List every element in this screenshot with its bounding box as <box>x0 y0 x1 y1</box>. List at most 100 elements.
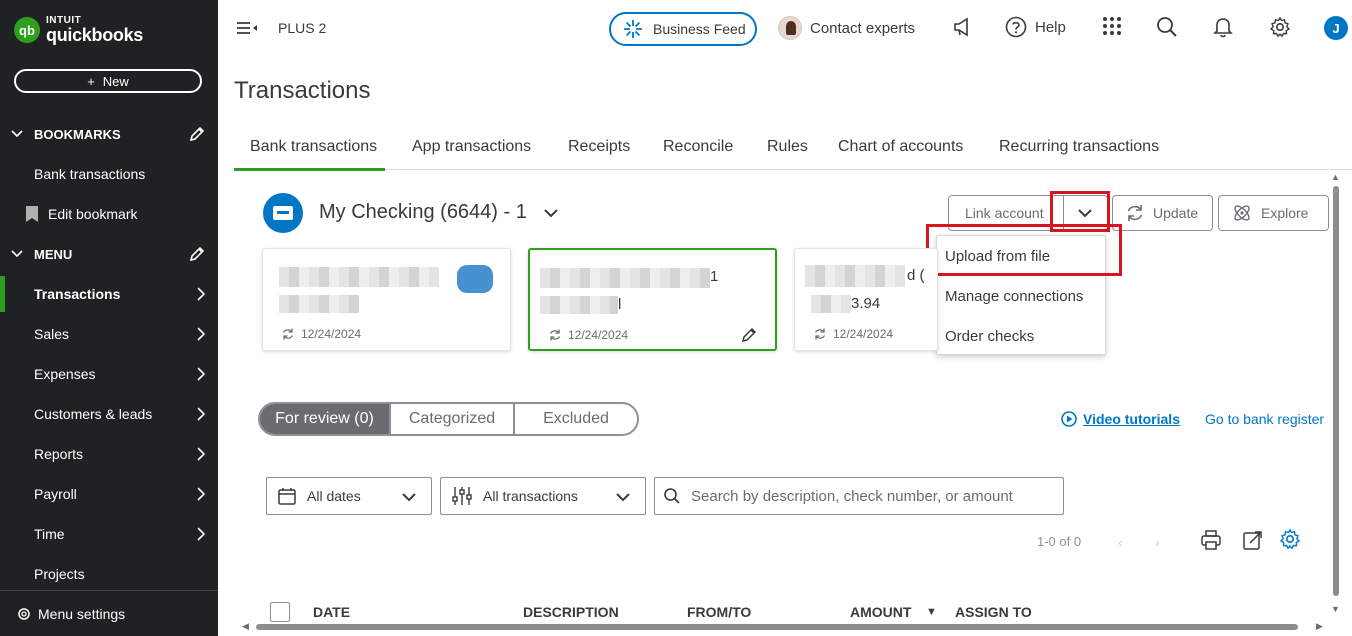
menu-item-order-checks[interactable]: Order checks <box>945 328 1034 345</box>
chevron-right-icon <box>197 367 206 381</box>
export-icon[interactable] <box>1242 529 1264 551</box>
help-icon <box>1005 16 1027 38</box>
horizontal-scrollbar[interactable]: ◀ ▶ <box>218 620 1330 634</box>
help-button[interactable]: Help <box>1005 16 1066 38</box>
next-page-arrow[interactable]: › <box>1155 534 1160 550</box>
new-button-label: New <box>102 73 129 89</box>
edit-menu-pencil-icon[interactable] <box>188 245 206 263</box>
collapse-menu-icon[interactable] <box>236 20 258 36</box>
tab-rules[interactable]: Rules <box>767 138 808 156</box>
tab-bank-transactions[interactable]: Bank transactions <box>233 138 386 171</box>
account-selector[interactable]: My Checking (6644) - 1 <box>319 201 559 224</box>
tab-recurring-transactions[interactable]: Recurring transactions <box>999 138 1159 156</box>
atom-icon <box>1234 205 1250 221</box>
account-card[interactable]: d ( 3.94 12/24/2024 <box>794 248 938 351</box>
chevron-right-icon <box>197 327 206 341</box>
update-label: Update <box>1153 205 1199 221</box>
redacted-text <box>805 265 905 287</box>
bookmark-bank-transactions[interactable]: Bank transactions <box>0 156 218 192</box>
sidebar-item-transactions[interactable]: Transactions <box>0 276 218 312</box>
column-description[interactable]: DESCRIPTION <box>523 604 619 620</box>
sidebar-item-customers-leads[interactable]: Customers & leads <box>0 396 218 432</box>
edit-bookmarks-pencil-icon[interactable] <box>188 125 206 143</box>
video-tutorials-link[interactable]: Video tutorials <box>1061 411 1180 427</box>
date-filter-dropdown[interactable]: All dates <box>266 477 432 515</box>
card-sync-date: 12/24/2024 <box>813 327 893 341</box>
print-icon[interactable] <box>1200 529 1222 551</box>
contact-experts-button[interactable]: Contact experts <box>778 16 915 40</box>
sidebar-item-projects[interactable]: Projects <box>0 556 218 592</box>
sort-desc-icon[interactable]: ▼ <box>926 606 937 618</box>
bookmark-icon <box>26 206 38 222</box>
sidebar-item-label: Transactions <box>34 286 121 302</box>
sidebar-item-label: Customers & leads <box>34 406 153 422</box>
segment-excluded[interactable]: Excluded <box>515 404 637 434</box>
card-date-text: 12/24/2024 <box>301 327 362 341</box>
edit-bookmark-item[interactable]: Edit bookmark <box>0 196 218 232</box>
column-assign-to[interactable]: ASSIGN TO <box>955 604 1032 620</box>
business-feed-button[interactable]: Business Feed <box>609 12 757 46</box>
chevron-down-icon <box>11 130 23 138</box>
calendar-icon <box>278 488 296 505</box>
user-avatar[interactable]: J <box>1324 16 1348 40</box>
bookmarks-header[interactable]: BOOKMARKS <box>0 120 218 148</box>
apps-grid-icon[interactable] <box>1102 16 1122 36</box>
go-to-bank-register-link[interactable]: Go to bank register <box>1205 411 1324 427</box>
vertical-scroll-thumb[interactable] <box>1333 186 1339 596</box>
column-date[interactable]: DATE <box>313 604 350 620</box>
search-input[interactable] <box>691 487 1061 505</box>
menu-settings-button[interactable]: Menu settings <box>0 590 218 636</box>
bell-icon[interactable] <box>1213 16 1233 38</box>
refresh-icon <box>1127 205 1143 221</box>
segment-for-review[interactable]: For review (0) <box>260 404 391 434</box>
column-amount[interactable]: AMOUNT <box>850 604 911 620</box>
business-feed-label: Business Feed <box>653 21 746 37</box>
transaction-filter-dropdown[interactable]: All transactions <box>440 477 646 515</box>
vertical-scrollbar[interactable]: ▲ ▼ <box>1330 172 1342 624</box>
menu-item-manage-connections[interactable]: Manage connections <box>945 288 1083 305</box>
gear-icon[interactable] <box>1269 16 1291 38</box>
previous-page-arrow[interactable]: ‹ <box>1118 534 1123 550</box>
sidebar-item-sales[interactable]: Sales <box>0 316 218 352</box>
tab-app-transactions[interactable]: App transactions <box>412 138 531 156</box>
new-button[interactable]: + New <box>14 69 202 93</box>
tab-reconcile[interactable]: Reconcile <box>663 138 733 156</box>
sidebar-item-label: Reports <box>34 446 84 462</box>
card-date-text: 12/24/2024 <box>833 327 894 341</box>
scroll-down-arrow[interactable]: ▼ <box>1331 604 1340 614</box>
explore-button[interactable]: Explore <box>1218 195 1329 231</box>
scroll-up-arrow[interactable]: ▲ <box>1331 172 1340 182</box>
scroll-right-arrow[interactable]: ▶ <box>1316 621 1323 632</box>
megaphone-icon[interactable] <box>952 16 974 38</box>
contact-experts-label: Contact experts <box>810 19 916 37</box>
sidebar-item-time[interactable]: Time <box>0 516 218 552</box>
bookmark-label: Bank transactions <box>34 166 146 182</box>
redacted-text <box>811 295 851 313</box>
sidebar-item-label: Payroll <box>34 486 77 502</box>
search-icon[interactable] <box>1156 16 1178 38</box>
segment-categorized[interactable]: Categorized <box>391 404 515 434</box>
sidebar-item-reports[interactable]: Reports <box>0 436 218 472</box>
sidebar-item-expenses[interactable]: Expenses <box>0 356 218 392</box>
menu-header-label: MENU <box>34 246 73 262</box>
update-button[interactable]: Update <box>1112 195 1213 231</box>
account-card-selected[interactable]: 1 l 12/24/2024 <box>528 248 777 351</box>
sidebar-item-payroll[interactable]: Payroll <box>0 476 218 512</box>
horizontal-scroll-thumb[interactable] <box>256 624 1298 630</box>
settings-gear-icon[interactable] <box>1279 528 1301 550</box>
chevron-down-icon <box>402 493 416 502</box>
sidebar-item-label: Time <box>34 526 65 542</box>
select-all-checkbox[interactable] <box>270 602 290 622</box>
tab-receipts[interactable]: Receipts <box>568 138 630 156</box>
chevron-right-icon <box>197 487 206 501</box>
column-from-to[interactable]: FROM/TO <box>687 604 751 620</box>
account-card[interactable]: 12/24/2024 <box>262 248 511 351</box>
tab-chart-of-accounts[interactable]: Chart of accounts <box>838 138 963 156</box>
annotation-highlight-upload <box>926 224 1122 276</box>
redacted-text <box>279 267 439 287</box>
scroll-left-arrow[interactable]: ◀ <box>242 621 249 632</box>
edit-pencil-icon[interactable] <box>740 326 758 344</box>
menu-header[interactable]: MENU <box>0 240 218 268</box>
link-account-button[interactable]: Link account <box>965 205 1044 221</box>
quickbooks-logo[interactable]: qb INTUIT quickbooks <box>14 16 143 44</box>
